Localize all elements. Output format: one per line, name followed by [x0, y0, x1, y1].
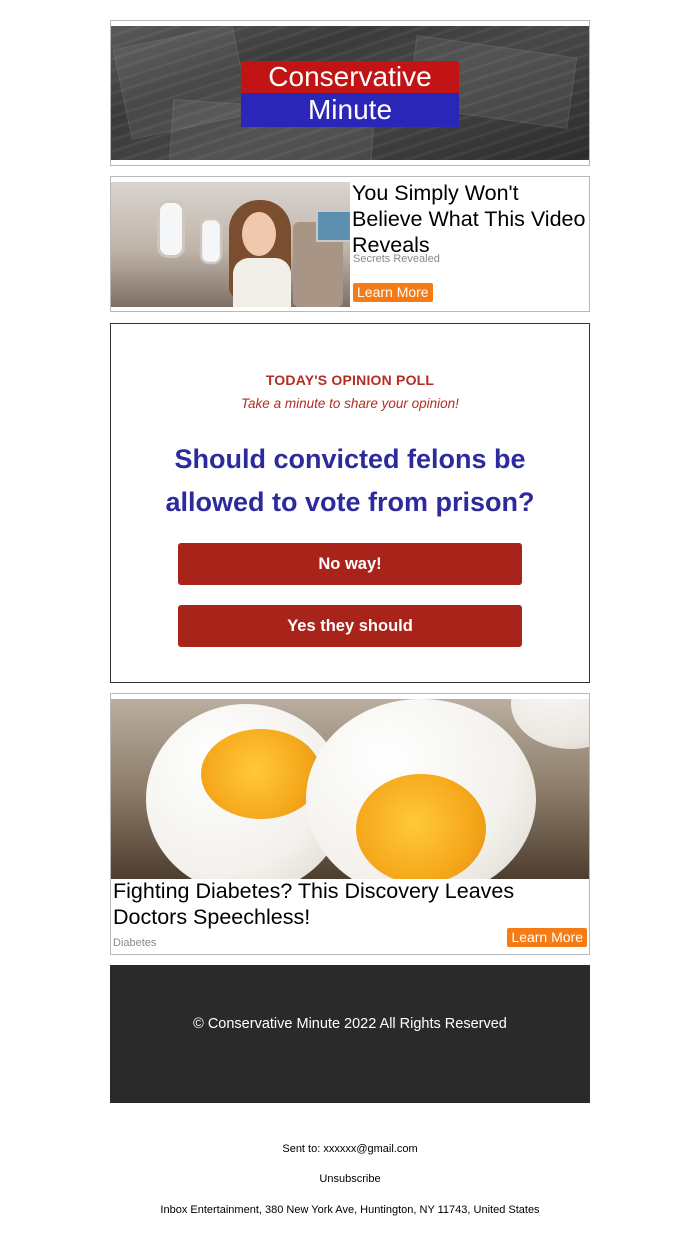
poll-option-yes-button[interactable]: Yes they should	[178, 605, 522, 647]
ad-image-boiled-eggs[interactable]	[111, 699, 589, 879]
logo-line2: Minute	[241, 93, 459, 127]
poll-option-no-button[interactable]: No way!	[178, 543, 522, 585]
ad-headline[interactable]: You Simply Won't Believe What This Video…	[352, 180, 587, 258]
ad-image-airplane-woman[interactable]	[111, 182, 350, 307]
poll-question: Should convicted felons be allowed to vo…	[165, 444, 535, 517]
sent-to-text: Sent to: xxxxxx@gmail.com	[282, 1143, 418, 1155]
ad-category: Secrets Revealed	[353, 253, 440, 265]
mailing-address: Inbox Entertainment, 380 New York Ave, H…	[160, 1204, 540, 1216]
sponsored-ad-diabetes[interactable]: Fighting Diabetes? This Discovery Leaves…	[110, 693, 590, 955]
ad-headline[interactable]: Fighting Diabetes? This Discovery Leaves…	[113, 878, 583, 930]
logo-line1: Conservative	[241, 61, 459, 93]
opinion-poll: TODAY'S OPINION POLL Take a minute to sh…	[110, 323, 590, 683]
poll-kicker: TODAY'S OPINION POLL	[265, 372, 435, 388]
unsubscribe-link[interactable]: Unsubscribe	[0, 1173, 700, 1185]
sponsored-ad-video[interactable]: You Simply Won't Believe What This Video…	[110, 176, 590, 312]
site-logo[interactable]: Conservative Minute	[241, 61, 459, 127]
copyright-text: © Conservative Minute 2022 All Rights Re…	[193, 1016, 507, 1032]
header-banner[interactable]: Conservative Minute	[110, 20, 590, 166]
newspaper-background-image: Conservative Minute	[111, 26, 589, 160]
ad-category: Diabetes	[113, 937, 157, 949]
poll-subtitle: Take a minute to share your opinion!	[241, 396, 459, 411]
learn-more-button[interactable]: Learn More	[353, 283, 433, 302]
learn-more-button[interactable]: Learn More	[507, 928, 587, 947]
footer: © Conservative Minute 2022 All Rights Re…	[110, 965, 590, 1103]
